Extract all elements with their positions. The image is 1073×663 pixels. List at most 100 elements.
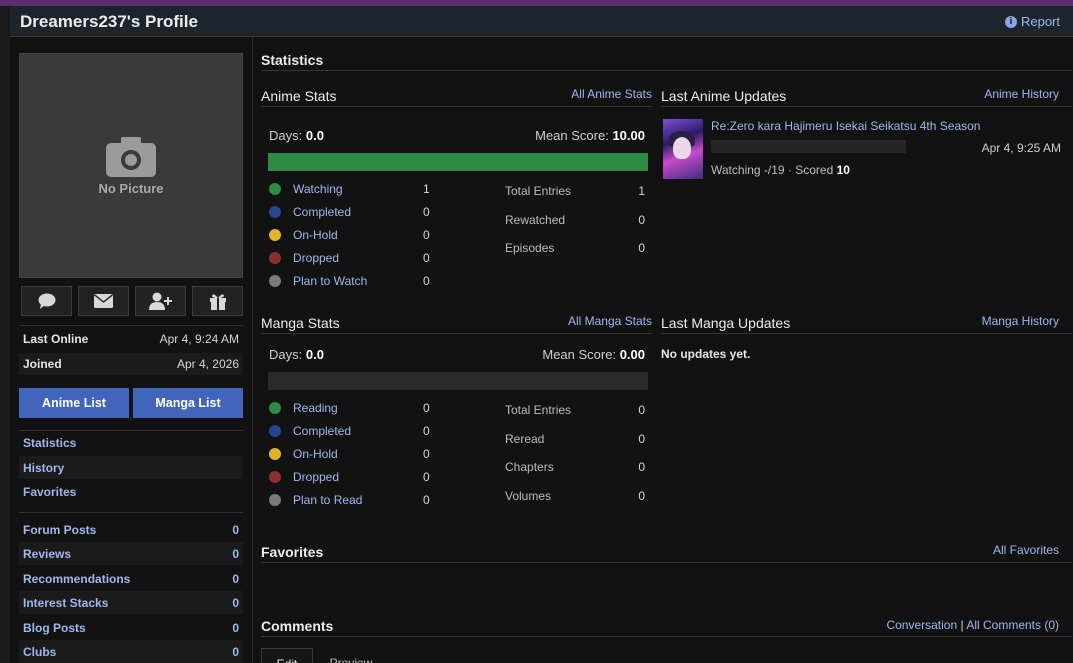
count-label: Blog Posts <box>23 620 86 635</box>
legend-value: 0 <box>423 401 430 415</box>
legend-row-completed: Completed 0 <box>269 205 430 219</box>
status-dot <box>269 402 281 414</box>
joined-row: Joined Apr 4, 2026 <box>19 353 243 375</box>
divider <box>261 636 1072 637</box>
sidebar-item-statistics[interactable]: Statistics <box>19 431 243 454</box>
legend-row-plan-to-watch: Plan to Watch 0 <box>269 274 430 288</box>
anime-progress-bar <box>268 153 648 171</box>
sidebar-item-recommendations[interactable]: Recommendations 0 <box>19 567 243 590</box>
anime-entry-time: Apr 4, 9:25 AM <box>981 141 1061 155</box>
tab-edit[interactable]: Edit <box>261 648 313 663</box>
manga-days: Days: 0.0 <box>269 347 324 362</box>
sidebar-item-history[interactable]: History <box>19 456 243 479</box>
cover-art-detail <box>673 137 691 159</box>
legend-label[interactable]: Plan to Read <box>293 493 423 507</box>
count-value: 0 <box>232 644 239 659</box>
profile-actions <box>21 286 243 316</box>
sidebar-item-interest-stacks[interactable]: Interest Stacks 0 <box>19 591 243 614</box>
info-icon: i <box>1004 15 1017 28</box>
legend-value: 0 <box>423 274 430 288</box>
gift-button[interactable] <box>192 286 243 316</box>
total-row-total-entries: Total Entries 1 <box>505 184 645 198</box>
all-anime-stats-link[interactable]: All Anime Stats <box>513 87 652 101</box>
legend-label[interactable]: Completed <box>293 205 423 219</box>
legend-value: 0 <box>423 228 430 242</box>
legend-value: 0 <box>423 251 430 265</box>
mean-label: Mean Score: <box>535 128 609 143</box>
last-online-label: Last Online <box>23 332 89 346</box>
divider <box>19 512 243 513</box>
status-dot <box>269 494 281 506</box>
legend-row-on-hold: On-Hold 0 <box>269 228 430 242</box>
anime-cover-thumbnail[interactable] <box>663 119 703 179</box>
add-friend-button[interactable] <box>135 286 186 316</box>
anime-entry-title[interactable]: Re:Zero kara Hajimeru Isekai Seikatsu 4t… <box>711 119 980 133</box>
count-label: Interest Stacks <box>23 595 109 610</box>
total-row-episodes: Episodes 0 <box>505 241 645 255</box>
days-value: 0.0 <box>305 347 324 362</box>
manga-list-button[interactable]: Manga List <box>133 388 243 418</box>
anime-updates-heading: Last Anime Updates <box>661 88 787 104</box>
mean-value: 0.00 <box>619 347 645 362</box>
no-picture-label: No Picture <box>98 181 164 196</box>
link-separator: | <box>960 618 964 632</box>
anime-list-button[interactable]: Anime List <box>19 388 129 418</box>
legend-row-reading: Reading 0 <box>269 401 430 415</box>
legend-row-watching: Watching 1 <box>269 182 430 196</box>
report-label: Report <box>1020 14 1060 29</box>
last-online-value: Apr 4, 9:24 AM <box>159 332 239 346</box>
gift-icon <box>209 294 226 310</box>
divider <box>19 325 243 326</box>
report-link[interactable]: i Report <box>1004 14 1060 29</box>
total-value: 0 <box>638 460 645 475</box>
all-manga-stats-link[interactable]: All Manga Stats <box>513 314 652 328</box>
envelope-icon <box>94 294 113 308</box>
legend-label[interactable]: On-Hold <box>293 447 423 461</box>
anime-progress-fill <box>268 153 648 171</box>
legend-label[interactable]: Completed <box>293 424 423 438</box>
sidebar-item-clubs[interactable]: Clubs 0 <box>19 640 243 663</box>
mail-button[interactable] <box>78 286 129 316</box>
mean-label: Mean Score: <box>542 347 617 362</box>
profile-header: Dreamers237's Profile i Report <box>10 6 1073 37</box>
manga-updates-heading: Last Manga Updates <box>661 315 791 331</box>
tab-preview[interactable]: Preview <box>321 648 381 663</box>
total-label: Volumes <box>505 489 552 504</box>
legend-value: 0 <box>423 493 430 507</box>
joined-label: Joined <box>23 357 62 371</box>
sidebar-item-blog-posts[interactable]: Blog Posts 0 <box>19 616 243 639</box>
legend-label[interactable]: On-Hold <box>293 228 423 242</box>
status-dot <box>269 471 281 483</box>
legend-label[interactable]: Plan to Watch <box>293 274 423 288</box>
joined-value: Apr 4, 2026 <box>176 357 239 371</box>
all-favorites-link[interactable]: All Favorites <box>953 543 1059 557</box>
conversation-link[interactable]: Conversation <box>886 618 957 632</box>
legend-value: 0 <box>423 205 430 219</box>
camera-icon <box>106 137 156 177</box>
statistics-heading: Statistics <box>261 52 324 68</box>
total-row-rewatched: Rewatched 0 <box>505 213 645 227</box>
anime-history-link[interactable]: Anime History <box>953 87 1059 101</box>
legend-value: 1 <box>423 182 430 196</box>
status-dot <box>269 183 281 195</box>
all-comments-link[interactable]: All Comments (0) <box>966 618 1059 632</box>
manga-empty-text: No updates yet. <box>661 347 751 361</box>
message-button[interactable] <box>21 286 72 316</box>
sidebar-item-favorites[interactable]: Favorites <box>19 480 243 503</box>
divider <box>261 106 652 107</box>
manga-mean-score: Mean Score: 0.00 <box>503 347 645 362</box>
legend-label[interactable]: Dropped <box>293 470 423 484</box>
mean-value: 10.00 <box>612 128 645 143</box>
total-label: Rewatched <box>505 212 566 227</box>
manga-history-link[interactable]: Manga History <box>953 314 1059 328</box>
divider <box>261 333 652 334</box>
total-row-total-entries: Total Entries 0 <box>505 403 645 417</box>
legend-label[interactable]: Reading <box>293 401 423 415</box>
status-dot <box>269 229 281 241</box>
sidebar-item-reviews[interactable]: Reviews 0 <box>19 542 243 565</box>
left-gutter <box>0 6 10 663</box>
profile-picture-placeholder: No Picture <box>19 53 243 278</box>
sidebar-item-forum-posts[interactable]: Forum Posts 0 <box>19 518 243 541</box>
legend-label[interactable]: Watching <box>293 182 423 196</box>
legend-label[interactable]: Dropped <box>293 251 423 265</box>
